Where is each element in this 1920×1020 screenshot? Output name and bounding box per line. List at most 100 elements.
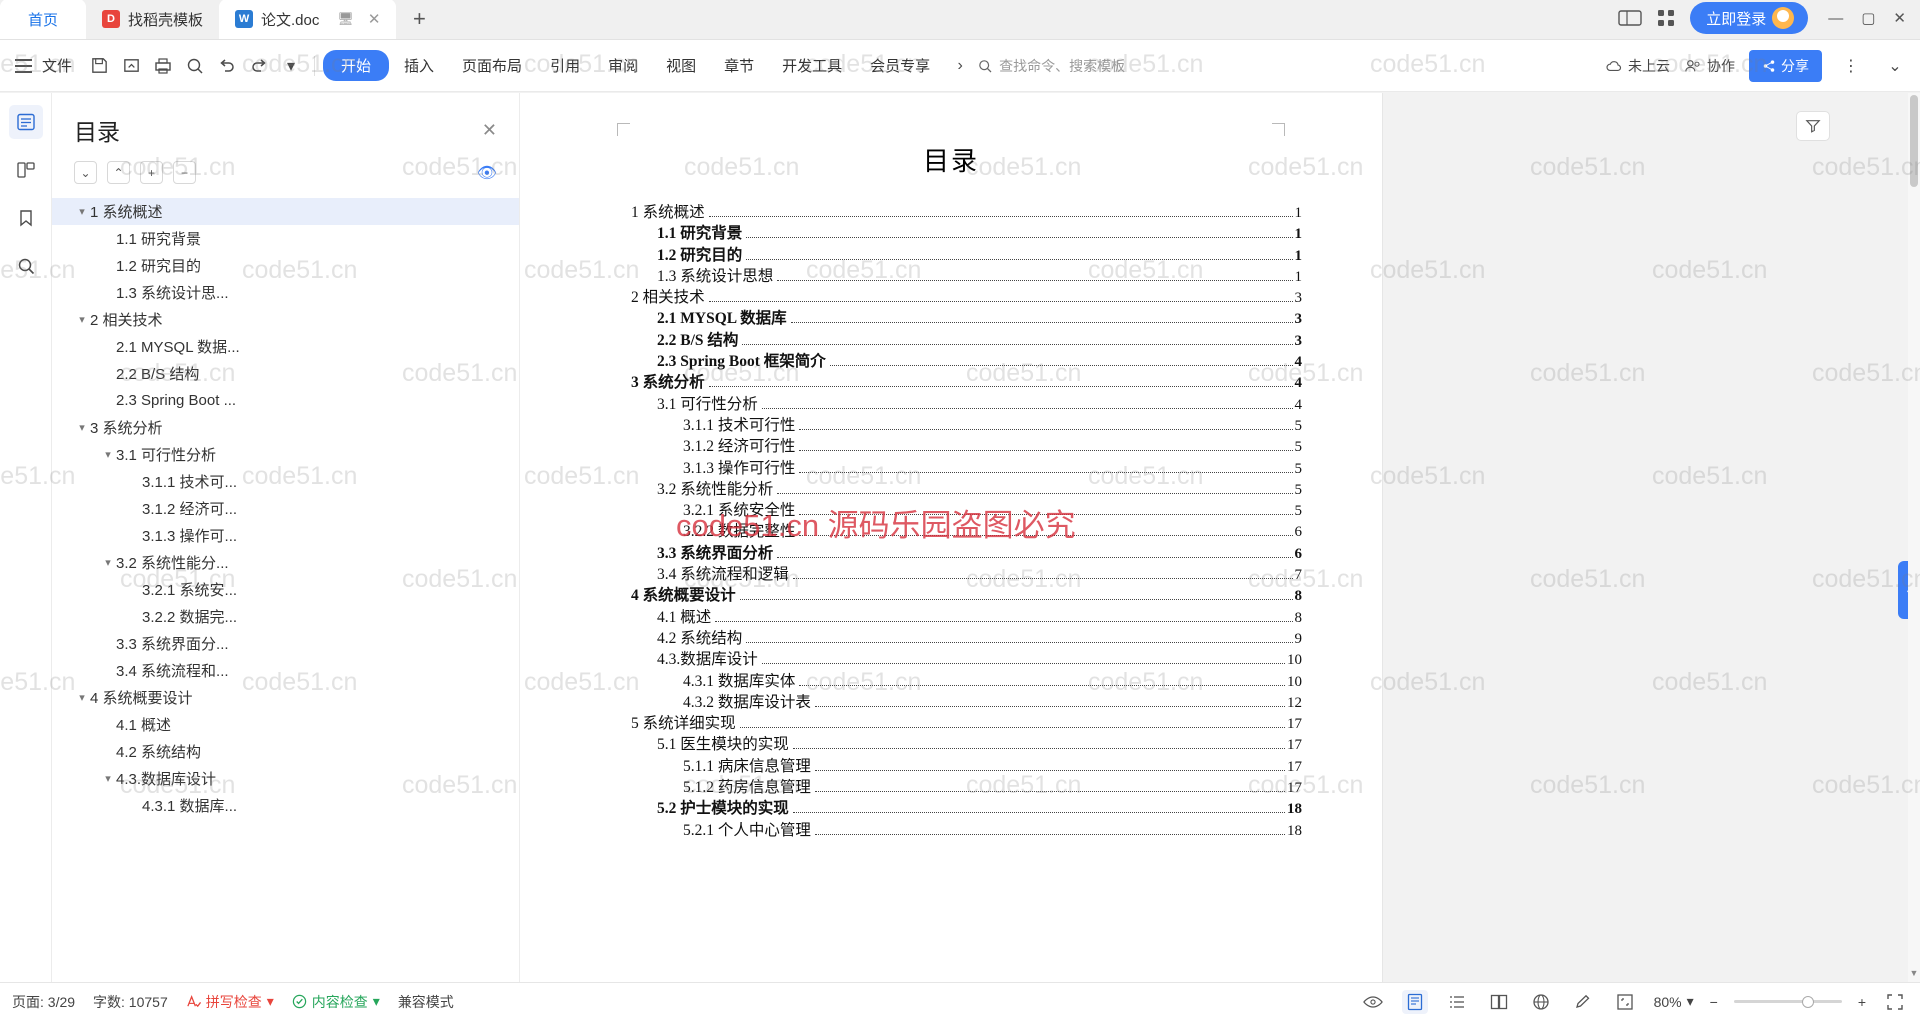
share-button[interactable]: 分享 [1749, 49, 1822, 82]
quick-access-chevron-icon[interactable]: ▾ [276, 51, 306, 81]
window-minimize-button[interactable]: — [1828, 10, 1843, 27]
thumbnail-panel-icon[interactable] [9, 153, 43, 187]
toc-entry[interactable]: 3.1.3 操作可行性 5 [605, 456, 1302, 477]
outline-caret-icon[interactable]: ▾ [74, 421, 90, 434]
login-button[interactable]: 立即登录 [1690, 2, 1809, 34]
outline-node[interactable]: 4.2 系统结构 [52, 738, 519, 765]
toc-entry[interactable]: 4.3.数据库设计 10 [605, 647, 1302, 668]
zoom-slider[interactable] [1733, 995, 1842, 1008]
undo-icon[interactable] [212, 51, 242, 81]
ribbon-tab-view[interactable]: 视图 [653, 50, 709, 81]
toc-entry[interactable]: 4.3.2 数据库设计表 12 [605, 690, 1302, 711]
zoom-level[interactable]: 80% ▾ [1654, 993, 1694, 1010]
page-indicator[interactable]: 页面: 3/29 [12, 992, 75, 1012]
page-view-icon[interactable] [1401, 989, 1428, 1014]
toc-entry[interactable]: 5.2 护士模块的实现 18 [605, 796, 1302, 817]
toc-entry[interactable]: 4.3.1 数据库实体 10 [605, 669, 1302, 690]
outline-node[interactable]: 2.3 Spring Boot ... [52, 387, 519, 414]
collapse-all-icon[interactable]: ⌃ [107, 161, 130, 184]
ribbon-tab-insert[interactable]: 插入 [391, 50, 447, 81]
cloud-status-button[interactable]: 未上云 [1605, 56, 1670, 76]
window-close-button[interactable]: ✕ [1893, 9, 1906, 27]
toc-entry[interactable]: 2.3 Spring Boot 框架简介 4 [605, 349, 1302, 370]
toc-entry[interactable]: 4 系统概要设计 8 [605, 583, 1302, 604]
outline-node[interactable]: 2.1 MYSQL 数据... [52, 333, 519, 360]
zoom-in-button[interactable]: + [1858, 994, 1866, 1010]
ribbon-tab-review[interactable]: 审阅 [595, 50, 651, 81]
toc-entry[interactable]: 3.1.2 经济可行性 5 [605, 434, 1302, 455]
outline-close-icon[interactable]: ✕ [482, 120, 497, 141]
ribbon-more-icon[interactable]: ⋮ [1836, 51, 1866, 81]
decrease-level-icon[interactable]: − [173, 161, 196, 184]
zoom-out-button[interactable]: − [1710, 994, 1718, 1010]
zoom-slider-knob[interactable] [1801, 995, 1814, 1008]
outline-node[interactable]: ▾ 2 相关技术 [52, 306, 519, 333]
toc-entry[interactable]: 3 系统分析 4 [605, 370, 1302, 391]
print-icon[interactable] [148, 51, 178, 81]
split-view-icon[interactable] [1618, 8, 1642, 28]
outline-node[interactable]: ▾ 3 系统分析 [52, 414, 519, 441]
tab-close-icon[interactable]: ✕ [368, 10, 381, 28]
filter-icon[interactable] [1796, 111, 1830, 141]
outline-node[interactable]: 4.1 概述 [52, 711, 519, 738]
outline-view-icon[interactable] [1444, 990, 1470, 1014]
cloud-save-icon[interactable] [116, 51, 146, 81]
window-maximize-button[interactable]: ▢ [1861, 9, 1875, 27]
toc-entry[interactable]: 2.1 MYSQL 数据库 3 [605, 306, 1302, 327]
outline-caret-icon[interactable]: ▾ [74, 205, 90, 218]
document-area[interactable]: 目录 1 系统概述 1 1.1 研究背景 1 1.2 研究目的 1 1.3 系统设计思想 1 2… [520, 93, 1780, 982]
outline-node[interactable]: 3.1.3 操作可... [52, 522, 519, 549]
redo-icon[interactable] [244, 51, 274, 81]
outline-node[interactable]: 3.2.2 数据完... [52, 603, 519, 630]
table-of-contents[interactable]: 1 系统概述 1 1.1 研究背景 1 1.2 研究目的 1 1.3 系统设计思想 1 2 相关… [520, 178, 1382, 839]
outline-node[interactable]: 1.2 研究目的 [52, 252, 519, 279]
outline-node[interactable]: 1.3 系统设计思... [52, 279, 519, 306]
spellcheck-button[interactable]: 拼写检查 ▾ [186, 992, 274, 1012]
toc-entry[interactable]: 1.3 系统设计思想 1 [605, 264, 1302, 285]
outline-node[interactable]: ▾ 1 系统概述 [52, 198, 519, 225]
toc-entry[interactable]: 3.3 系统界面分析 6 [605, 541, 1302, 562]
toc-entry[interactable]: 5 系统详细实现 17 [605, 711, 1302, 732]
ribbon-tab-reference[interactable]: 引用 [537, 50, 593, 81]
toc-entry[interactable]: 1 系统概述 1 [605, 200, 1302, 221]
outline-caret-icon[interactable]: ▾ [100, 772, 116, 785]
tab-docer[interactable]: D 找稻壳模板 [86, 0, 220, 39]
outline-panel-icon[interactable] [8, 105, 43, 139]
outline-node[interactable]: 2.2 B/S 结构 [52, 360, 519, 387]
two-page-view-icon[interactable] [1486, 990, 1512, 1014]
toc-entry[interactable]: 5.2.1 个人中心管理 18 [605, 818, 1302, 839]
spellcheck-chevron-icon[interactable]: ▾ [267, 993, 274, 1010]
toc-entry[interactable]: 3.1.1 技术可行性 5 [605, 413, 1302, 434]
toc-entry[interactable]: 3.2 系统性能分析 5 [605, 477, 1302, 498]
toc-entry[interactable]: 5.1.2 药房信息管理 17 [605, 775, 1302, 796]
toc-entry[interactable]: 3.1 可行性分析 4 [605, 392, 1302, 413]
web-view-icon[interactable] [1528, 990, 1554, 1014]
outline-tree[interactable]: ▾ 1 系统概述 1.1 研究背景 1.2 研究目的 1.3 系统设计思... ▾ 2 相关… [52, 194, 519, 983]
fit-page-icon[interactable] [1612, 990, 1638, 1014]
save-icon[interactable] [84, 51, 114, 81]
expand-all-icon[interactable]: ⌄ [74, 161, 97, 184]
ribbon-tab-start[interactable]: 开始 [323, 50, 390, 81]
vertical-scrollbar[interactable]: ▲ ▼ [1908, 93, 1920, 982]
tab-home[interactable]: 首页 [0, 0, 86, 39]
toc-entry[interactable]: 5.1.1 病床信息管理 17 [605, 754, 1302, 775]
new-tab-button[interactable]: + [396, 0, 442, 39]
toc-entry[interactable]: 1.1 研究背景 1 [605, 221, 1302, 242]
outline-caret-icon[interactable]: ▾ [74, 691, 90, 704]
outline-node[interactable]: 3.1.1 技术可... [52, 468, 519, 495]
file-menu-button[interactable]: 文件 [38, 55, 82, 76]
outline-node[interactable]: ▾ 4 系统概要设计 [52, 684, 519, 711]
outline-caret-icon[interactable]: ▾ [100, 448, 116, 461]
tab-document[interactable]: W 论文.doc 🖥 ✕ [219, 0, 397, 39]
outline-node[interactable]: ▾ 3.1 可行性分析 [52, 441, 519, 468]
toc-entry[interactable]: 3.4 系统流程和逻辑 7 [605, 562, 1302, 583]
outline-node[interactable]: 3.3 系统界面分... [52, 630, 519, 657]
outline-node[interactable]: 3.4 系统流程和... [52, 657, 519, 684]
collaborate-button[interactable]: 协作 [1684, 56, 1735, 76]
outline-node[interactable]: 4.3.1 数据库... [52, 792, 519, 819]
compat-mode-label[interactable]: 兼容模式 [398, 992, 454, 1012]
document-page[interactable]: 目录 1 系统概述 1 1.1 研究背景 1 1.2 研究目的 1 1.3 系统设计思想 1 2… [520, 93, 1382, 982]
word-count[interactable]: 字数: 10757 [93, 992, 168, 1012]
menu-hamburger-icon[interactable] [10, 58, 36, 73]
fullscreen-icon[interactable] [1882, 990, 1908, 1014]
